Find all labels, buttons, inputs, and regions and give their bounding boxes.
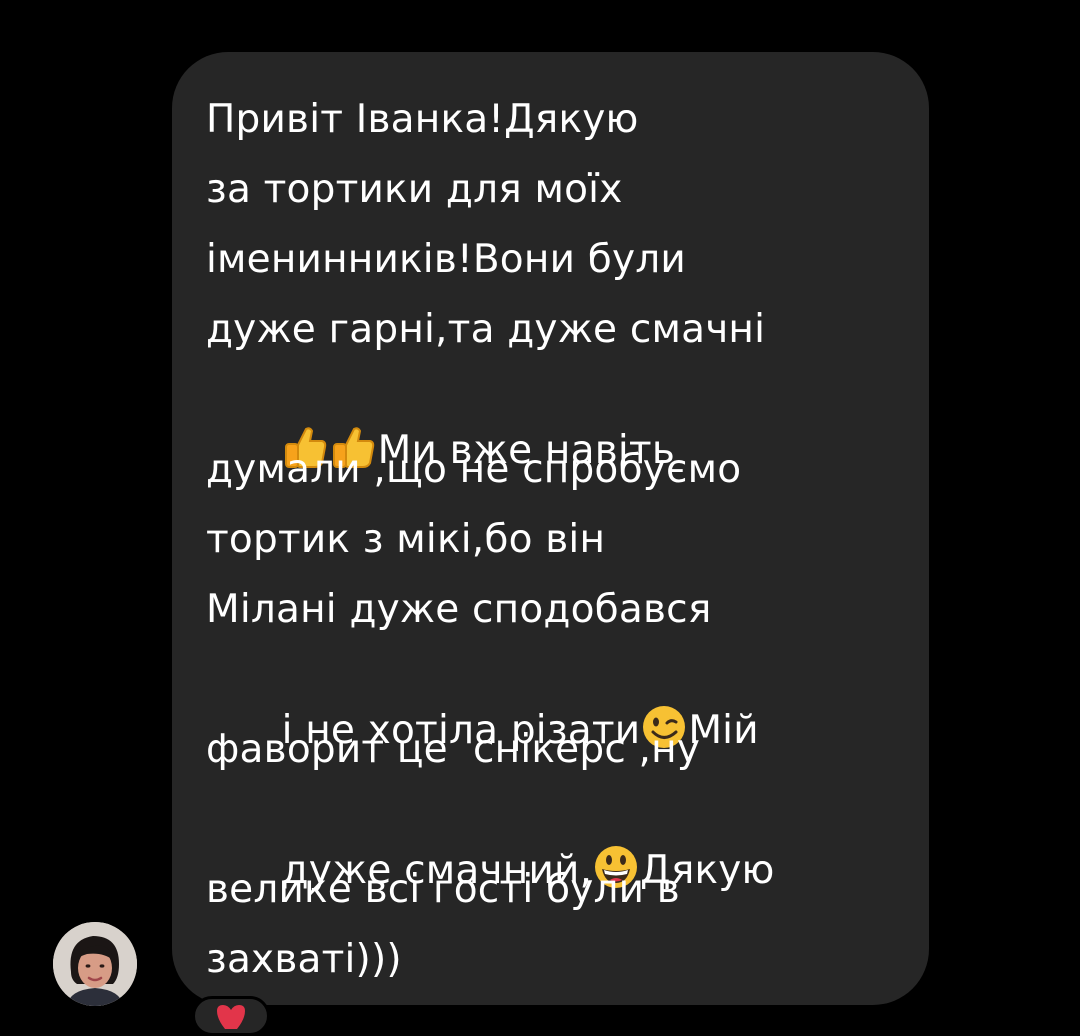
message-line: іменинників!Вони були	[206, 237, 686, 282]
message-bubble[interactable]: Привіт Іванка!Дякую за тортики для моїх …	[172, 52, 929, 1005]
message-line: дуже гарні,та дуже смачні	[206, 307, 766, 352]
message-line: за тортики для моїх	[206, 167, 623, 212]
reaction-badge[interactable]	[192, 996, 270, 1036]
message-line: велике всі гості були в	[206, 867, 680, 912]
message-line: Привіт Іванка!Дякую	[206, 97, 639, 142]
message-line: захваті)))	[206, 937, 402, 982]
chat-thread: Привіт Іванка!Дякую за тортики для моїх …	[0, 0, 1080, 1036]
message-line: тортик з мікі,бо він	[206, 517, 606, 562]
profile-photo	[53, 922, 137, 1006]
message-line: Мілані дуже сподобався	[206, 587, 712, 632]
sender-avatar[interactable]	[53, 922, 137, 1006]
message-line: фаворит це снікерс ,ну	[206, 727, 701, 772]
heart-icon	[217, 1005, 245, 1029]
message-line: думали ,що не спробуємо	[206, 447, 742, 492]
